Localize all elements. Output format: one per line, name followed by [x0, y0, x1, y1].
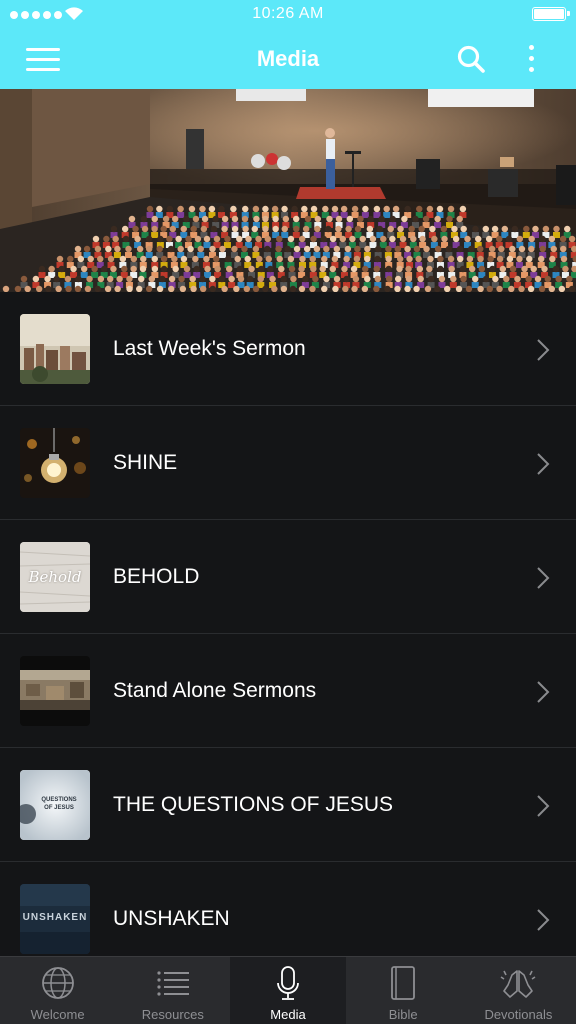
tab-media[interactable]: Media	[230, 957, 346, 1024]
behold-thumbnail: Behold	[20, 542, 90, 612]
chevron-right-icon	[537, 681, 550, 703]
media-list-item[interactable]: SHINE	[0, 406, 576, 520]
lightbulb-thumbnail	[20, 428, 90, 498]
aerial-city-thumbnail	[20, 656, 90, 726]
status-bar: 10:26 AM	[0, 0, 576, 30]
search-icon[interactable]	[456, 44, 486, 74]
battery-icon	[532, 7, 570, 21]
tab-label: Devotionals	[484, 1007, 553, 1022]
media-list: Last Week's Sermon SHINE Behold BEHOLD S…	[0, 292, 576, 956]
tab-bar: Welcome Resources Media Bible Devotional…	[0, 956, 576, 1024]
media-list-item-label: SHINE	[113, 451, 178, 474]
questions-thumbnail: QUESTIONS OF JESUS	[20, 770, 90, 840]
chevron-right-icon	[537, 567, 550, 589]
tab-welcome[interactable]: Welcome	[0, 957, 115, 1024]
tab-resources[interactable]: Resources	[115, 957, 230, 1024]
unshaken-thumbnail-text: UNSHAKEN	[22, 912, 88, 923]
unshaken-thumbnail: UNSHAKEN	[20, 884, 90, 954]
chevron-right-icon	[537, 339, 550, 361]
chevron-right-icon	[537, 795, 550, 817]
media-list-item-label: THE QUESTIONS OF JESUS	[113, 793, 394, 816]
tab-label: Resources	[141, 1007, 204, 1022]
hero-image	[0, 89, 576, 292]
book-icon	[391, 966, 416, 1000]
microphone-icon	[277, 966, 299, 1000]
city-thumbnail	[20, 314, 90, 384]
media-list-item-label: Last Week's Sermon	[113, 337, 306, 360]
media-list-item-label: UNSHAKEN	[113, 907, 230, 930]
top-bar: 10:26 AM Media	[0, 0, 576, 89]
page-title: Media	[256, 46, 320, 71]
tab-label: Media	[270, 1007, 306, 1022]
tab-label: Welcome	[30, 1007, 85, 1022]
media-list-item[interactable]: Stand Alone Sermons	[0, 634, 576, 748]
behold-thumbnail-text: Behold	[28, 568, 82, 586]
tab-devotionals[interactable]: Devotionals	[461, 957, 576, 1024]
media-list-item-label: Stand Alone Sermons	[113, 679, 317, 702]
more-options-icon[interactable]	[521, 42, 541, 76]
nav-bar: Media	[0, 30, 576, 89]
media-list-item[interactable]: QUESTIONS OF JESUS THE QUESTIONS OF JESU…	[0, 748, 576, 862]
chevron-right-icon	[537, 909, 550, 931]
questions-thumbnail-text: QUESTIONS OF JESUS	[41, 797, 77, 811]
media-list-item[interactable]: Behold BEHOLD	[0, 520, 576, 634]
church-stage-photo	[0, 89, 576, 292]
media-list-item-label: BEHOLD	[113, 565, 200, 588]
chevron-right-icon	[537, 453, 550, 475]
globe-icon	[41, 967, 74, 999]
media-list-item[interactable]: UNSHAKEN UNSHAKEN	[0, 862, 576, 956]
list-icon	[157, 971, 189, 996]
status-time: 10:26 AM	[252, 5, 324, 22]
praying-hands-icon	[500, 970, 536, 998]
tab-bible[interactable]: Bible	[346, 957, 461, 1024]
media-list-item[interactable]: Last Week's Sermon	[0, 292, 576, 406]
tab-label: Bible	[388, 1007, 418, 1022]
